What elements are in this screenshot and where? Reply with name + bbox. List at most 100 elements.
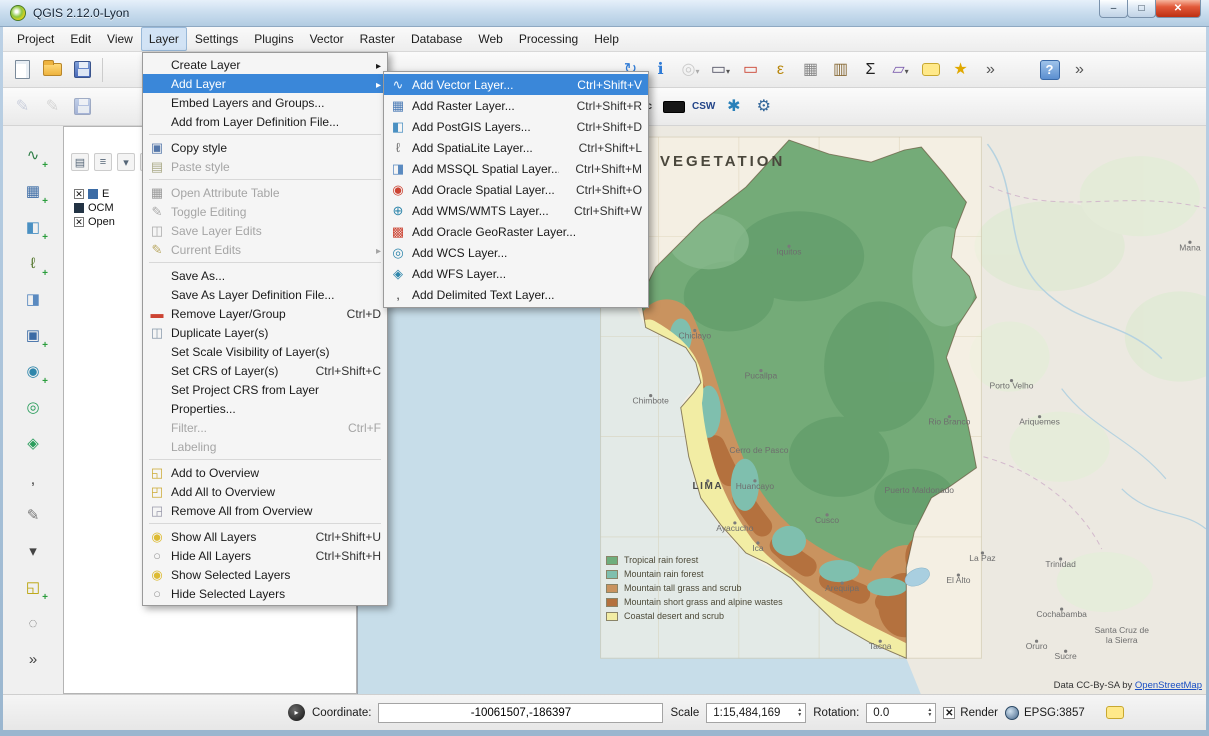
add-raster-layer-menu-item[interactable]: ▦Add Raster Layer...Ctrl+Shift+R	[384, 95, 648, 116]
duplicate-layer-s-menu-item[interactable]: ◫Duplicate Layer(s)	[143, 323, 387, 342]
rotation-spinbox[interactable]: 0.0	[866, 703, 936, 723]
save-project-button[interactable]	[69, 56, 96, 83]
map-tips-button[interactable]	[917, 56, 944, 83]
menu-project[interactable]: Project	[9, 27, 62, 51]
add-raster-layer-button[interactable]: ▦+	[20, 178, 46, 204]
add-postgis-layers-button[interactable]: ◧+	[20, 214, 46, 240]
menu-edit[interactable]: Edit	[62, 27, 99, 51]
help-button[interactable]: ?	[1036, 56, 1063, 83]
add-oracle-georaster-layer-menu-item[interactable]: ▩Add Oracle GeoRaster Layer...	[384, 221, 648, 242]
side-toolbar-extension-button[interactable]: »	[20, 646, 46, 672]
embed-layers-button[interactable]: ◱+	[20, 574, 46, 600]
add-mssql-spatial-layer-menu-item[interactable]: ◨Add MSSQL Spatial Layer...Ctrl+Shift+M	[384, 158, 648, 179]
render-checkbox-box[interactable]: ✕	[943, 707, 955, 719]
layer-visibility-checkbox[interactable]	[74, 189, 84, 199]
filter-legend-button[interactable]: ≡	[94, 153, 112, 171]
annotation-button[interactable]: ◌	[20, 610, 46, 636]
extent-marker-icon[interactable]: ▸	[288, 704, 305, 721]
add-wfs-layer-menu-item[interactable]: ◈Add WFS Layer...	[384, 263, 648, 284]
add-wms-wmts-layer-menu-item[interactable]: ⊕Add WMS/WMTS Layer...Ctrl+Shift+W	[384, 200, 648, 221]
open-attribute-table-button[interactable]: ▦	[797, 56, 824, 83]
menu-help[interactable]: Help	[586, 27, 627, 51]
select-by-expression-button[interactable]: ε	[767, 56, 794, 83]
field-calculator-button[interactable]: ▥	[827, 56, 854, 83]
remove-all-from-overview-menu-item[interactable]: ◲Remove All from Overview	[143, 501, 387, 520]
osm-link[interactable]: OpenStreetMap	[1135, 680, 1202, 691]
select-features-button[interactable]: ▭	[707, 56, 734, 83]
scale-spinner-icon[interactable]	[797, 708, 802, 718]
layers-panel-settings-button[interactable]: ▤	[71, 153, 89, 171]
minimize-button[interactable]: –	[1099, 0, 1128, 18]
menu-plugins[interactable]: Plugins	[246, 27, 301, 51]
map-composer-button[interactable]	[660, 93, 687, 120]
add-oracle-spatial-layer-menu-item[interactable]: ◉Add Oracle Spatial Layer...Ctrl+Shift+O	[384, 179, 648, 200]
labeling-menu-item[interactable]: Labeling	[143, 437, 387, 456]
current-edits-button[interactable]: ✎	[9, 93, 36, 120]
set-scale-visibility-of-layer-s-menu-item[interactable]: Set Scale Visibility of Layer(s)	[143, 342, 387, 361]
copy-style-menu-item[interactable]: ▣Copy style	[143, 138, 387, 157]
current-edits-menu-item[interactable]: ✎Current Edits	[143, 240, 387, 259]
maximize-button[interactable]: □	[1127, 0, 1156, 18]
save-layer-edits-button[interactable]	[69, 93, 96, 120]
toolbar-extension-button-2[interactable]: »	[1066, 56, 1093, 83]
deselect-features-button[interactable]: ▭	[737, 56, 764, 83]
remove-layer-group-menu-item[interactable]: ▬Remove Layer/GroupCtrl+D	[143, 304, 387, 323]
embed-layers-and-groups-menu-item[interactable]: Embed Layers and Groups...	[143, 93, 387, 112]
new-shapefile-layer-button[interactable]: ✎	[20, 502, 46, 528]
add-wcs-layer-menu-item[interactable]: ◎Add WCS Layer...	[384, 242, 648, 263]
new-layer-dropdown[interactable]: ▾	[20, 538, 46, 564]
add-all-to-overview-menu-item[interactable]: ◰Add All to Overview	[143, 482, 387, 501]
add-spatialite-layer-menu-item[interactable]: ℓAdd SpatiaLite Layer...Ctrl+Shift+L	[384, 137, 648, 158]
menu-vector[interactable]: Vector	[302, 27, 352, 51]
show-all-layers-menu-item[interactable]: ◉Show All LayersCtrl+Shift+U	[143, 527, 387, 546]
open-attribute-table-menu-item[interactable]: ▦Open Attribute Table	[143, 183, 387, 202]
statistical-summary-button[interactable]: Σ	[857, 56, 884, 83]
menu-view[interactable]: View	[99, 27, 141, 51]
show-selected-layers-menu-item[interactable]: ◉Show Selected Layers	[143, 565, 387, 584]
title-bar[interactable]: QGIS 2.12.0-Lyon – □ ✕	[0, 0, 1209, 27]
add-from-layer-definition-file-menu-item[interactable]: Add from Layer Definition File...	[143, 112, 387, 131]
new-project-button[interactable]	[9, 56, 36, 83]
add-delimited-text-layer-button[interactable]: ,	[20, 466, 46, 492]
render-checkbox[interactable]: ✕ Render	[943, 707, 998, 719]
rotation-spinner-icon[interactable]	[927, 708, 932, 718]
measure-button[interactable]: ▱	[887, 56, 914, 83]
set-project-crs-from-layer-menu-item[interactable]: Set Project CRS from Layer	[143, 380, 387, 399]
hide-all-layers-menu-item[interactable]: ○Hide All LayersCtrl+Shift+H	[143, 546, 387, 565]
add-mssql-layer-button[interactable]: ◨	[20, 286, 46, 312]
menu-processing[interactable]: Processing	[511, 27, 586, 51]
menu-settings[interactable]: Settings	[187, 27, 246, 51]
add-spatialite-layer-button[interactable]: ℓ+	[20, 250, 46, 276]
paste-style-menu-item[interactable]: ▤Paste style	[143, 157, 387, 176]
set-crs-of-layer-s-menu-item[interactable]: Set CRS of Layer(s)Ctrl+Shift+C	[143, 361, 387, 380]
add-wfs-layer-button[interactable]: ◈	[20, 430, 46, 456]
add-wms-layer-button[interactable]: ◉+	[20, 358, 46, 384]
hide-selected-layers-menu-item[interactable]: ○Hide Selected Layers	[143, 584, 387, 603]
add-vector-layer-menu-item[interactable]: ∿Add Vector Layer...Ctrl+Shift+V	[384, 74, 648, 95]
crs-button[interactable]: EPSG:3857	[1005, 706, 1085, 720]
csw-button[interactable]: CSW	[690, 93, 717, 120]
manage-visibility-button[interactable]: ▾	[117, 153, 135, 171]
new-bookmark-button[interactable]: ★	[947, 56, 974, 83]
toggle-editing-menu-item[interactable]: ✎Toggle Editing	[143, 202, 387, 221]
layer-visibility-checkbox[interactable]	[74, 217, 84, 227]
zoom-to-selection-button[interactable]: ◎	[677, 56, 704, 83]
add-layer-menu-item[interactable]: Add Layer	[143, 74, 387, 93]
scale-combobox[interactable]: 1:15,484,169	[706, 703, 806, 723]
menu-web[interactable]: Web	[470, 27, 510, 51]
close-button[interactable]: ✕	[1155, 0, 1201, 18]
log-messages-button[interactable]	[1106, 706, 1124, 719]
coordinate-input[interactable]	[378, 703, 663, 723]
menu-raster[interactable]: Raster	[352, 27, 403, 51]
add-to-overview-menu-item[interactable]: ◱Add to Overview	[143, 463, 387, 482]
metasearch-button[interactable]: ✱	[720, 93, 747, 120]
add-postgis-layers-menu-item[interactable]: ◧Add PostGIS Layers...Ctrl+Shift+D	[384, 116, 648, 137]
create-layer-menu-item[interactable]: Create Layer	[143, 55, 387, 74]
save-as-layer-definition-file-menu-item[interactable]: Save As Layer Definition File...	[143, 285, 387, 304]
processing-button[interactable]: ⚙	[750, 93, 777, 120]
save-layer-edits-menu-item[interactable]: ◫Save Layer Edits	[143, 221, 387, 240]
properties-menu-item[interactable]: Properties...	[143, 399, 387, 418]
menu-database[interactable]: Database	[403, 27, 470, 51]
add-wcs-layer-button[interactable]: ◎	[20, 394, 46, 420]
save-as-menu-item[interactable]: Save As...	[143, 266, 387, 285]
